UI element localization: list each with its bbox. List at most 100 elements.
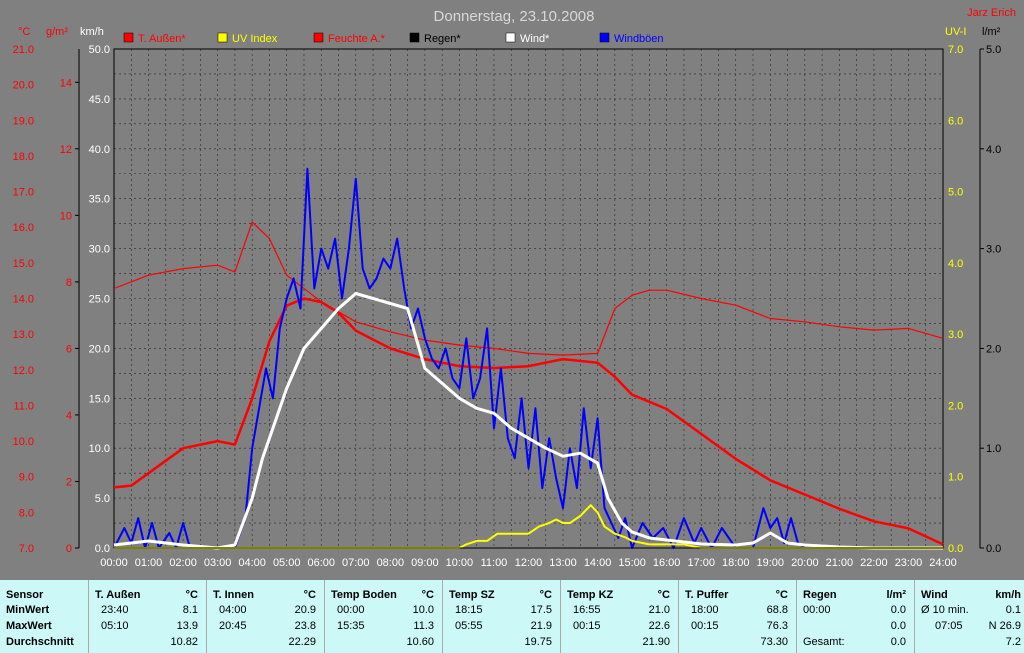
stat-column-unit: °C [775, 589, 788, 601]
legend-label: Regen* [424, 33, 461, 45]
legend-label: UV Index [232, 33, 278, 45]
x-tick-label: 17:00 [687, 557, 715, 569]
temp-tick-label: 7.0 [19, 543, 34, 555]
stat-min-time: 04:00 [219, 604, 247, 616]
x-tick-label: 00:00 [100, 557, 128, 569]
stat-column: T. Außen °C 23:40 8.1 05:10 13.9 10.82 [88, 580, 206, 653]
row-label-max: MaxWert [6, 620, 52, 632]
x-tick-label: 13:00 [549, 557, 577, 569]
rain-tick-label: 4.0 [986, 144, 1001, 156]
stat-max-value: 13.9 [176, 620, 198, 632]
uv-tick-label: 1.0 [948, 472, 963, 484]
legend-swatch [409, 32, 420, 43]
wind-max-time: 07:05 [935, 620, 963, 632]
uv-tick-label: 3.0 [948, 329, 963, 341]
row-label-avg: Durchschnitt [6, 636, 74, 648]
wind-tick-label: 0.0 [95, 543, 110, 555]
x-tick-label: 20:00 [791, 557, 819, 569]
x-tick-label: 11:00 [481, 557, 508, 569]
rain-tick-label: 0.0 [986, 543, 1001, 555]
temp-tick-label: 14.0 [13, 294, 34, 306]
x-tick-label: 15:00 [618, 557, 646, 569]
x-tick-label: 01:00 [135, 557, 163, 569]
wind-avg-label: Ø 10 min. [921, 604, 969, 616]
stat-max-time: 05:55 [455, 620, 483, 632]
weather-chart: 7.0 8.0 9.0 10.0 11.0 12.0 13.0 14.0 15.0 16.0 17.… [13, 7, 1016, 569]
regen-total-label: Gesamt: [803, 636, 845, 648]
rain-unit-label: l/m² [982, 26, 1001, 38]
wind-tick-label: 50.0 [89, 44, 110, 56]
temp-tick-label: 12.0 [13, 365, 34, 377]
stat-column-unit: °C [421, 589, 434, 601]
stat-min-time: 16:55 [573, 604, 601, 616]
stat-average: 73.30 [760, 636, 788, 648]
legend-swatch [313, 32, 324, 43]
stat-max-value: 22.6 [648, 620, 670, 632]
wind-tick-label: 5.0 [95, 493, 110, 505]
uv-tick-label: 4.0 [948, 258, 963, 270]
legend-swatch [599, 32, 610, 43]
regen-total-value: 0.0 [890, 636, 906, 648]
humidity-tick-label: 10 [60, 210, 72, 222]
stat-column-title: T. Puffer [685, 589, 729, 601]
stat-max-time: 00:15 [573, 620, 601, 632]
x-tick-label: 06:00 [307, 557, 335, 569]
uv-tick-label: 0.0 [948, 543, 963, 555]
legend-swatch [505, 32, 516, 43]
regen-time: 00:00 [803, 604, 831, 616]
regen-unit: l/m² [886, 589, 906, 601]
wind-tick-label: 40.0 [89, 144, 110, 156]
humidity-tick-label: 2 [66, 476, 72, 488]
x-tick-label: 16:00 [653, 557, 681, 569]
x-tick-label: 12:00 [515, 557, 543, 569]
stat-min-time: 23:40 [101, 604, 129, 616]
plot-area [113, 48, 944, 549]
x-tick-label: 03:00 [204, 557, 232, 569]
humidity-tick-label: 12 [60, 144, 72, 156]
stat-column: Temp Boden °C 00:00 10.0 15:35 11.3 10.60 [324, 580, 442, 653]
stat-average: 22.29 [288, 636, 316, 648]
stat-column-unit: °C [185, 589, 198, 601]
uv-tick-label: 6.0 [948, 115, 963, 127]
stat-max-value: 23.8 [294, 620, 316, 632]
regen-value-2: 0.0 [890, 620, 906, 632]
x-tick-label: 22:00 [860, 557, 888, 569]
wind-tick-label: 25.0 [89, 294, 110, 306]
stat-max-value: 21.9 [530, 620, 552, 632]
legend-label: Feuchte A.* [328, 33, 386, 45]
humidity-tick-label: 8 [66, 277, 72, 289]
x-tick-label: 05:00 [273, 557, 301, 569]
x-tick-label: 09:00 [411, 557, 439, 569]
wind-tick-label: 20.0 [89, 343, 110, 355]
stat-column-title: Temp SZ [449, 589, 495, 601]
temp-tick-label: 11.0 [13, 400, 34, 412]
sensor-header: Sensor [6, 589, 44, 601]
sensor-label-column: Sensor MinWert MaxWert Durchschnitt [0, 580, 88, 653]
wind-max-value: N 26.9 [988, 620, 1021, 632]
uv-unit-label: UV-I [945, 26, 966, 38]
stat-average: 10.60 [406, 636, 434, 648]
stat-column-title: Temp KZ [567, 589, 614, 601]
uv-tick-label: 7.0 [948, 44, 963, 56]
stat-column-unit: °C [303, 589, 316, 601]
stat-column-unit: °C [657, 589, 670, 601]
wind-tick-label: 35.0 [89, 194, 110, 206]
humidity-tick-label: 4 [66, 410, 72, 422]
x-tick-label: 14:00 [584, 557, 612, 569]
stat-min-value: 10.0 [412, 604, 434, 616]
stat-column-title: T. Innen [213, 589, 254, 601]
x-tick-label: 07:00 [342, 557, 370, 569]
stat-min-value: 68.8 [766, 604, 788, 616]
stat-column: Temp KZ °C 16:55 21.0 00:15 22.6 21.90 [560, 580, 678, 653]
stat-column-title: Temp Boden [331, 589, 397, 601]
humidity-tick-label: 14 [60, 77, 72, 89]
stat-column-regen: Regen l/m² 00:00 0.0 0.0 Gesamt: 0.0 [796, 580, 914, 653]
regen-title: Regen [803, 589, 837, 601]
x-tick-label: 19:00 [757, 557, 785, 569]
rain-tick-label: 3.0 [986, 244, 1001, 256]
legend-swatch [217, 32, 228, 43]
temp-unit-label: °C [18, 26, 30, 38]
uv-tick-label: 5.0 [948, 187, 963, 199]
stat-min-value: 20.9 [294, 604, 316, 616]
regen-value-1: 0.0 [890, 604, 906, 616]
